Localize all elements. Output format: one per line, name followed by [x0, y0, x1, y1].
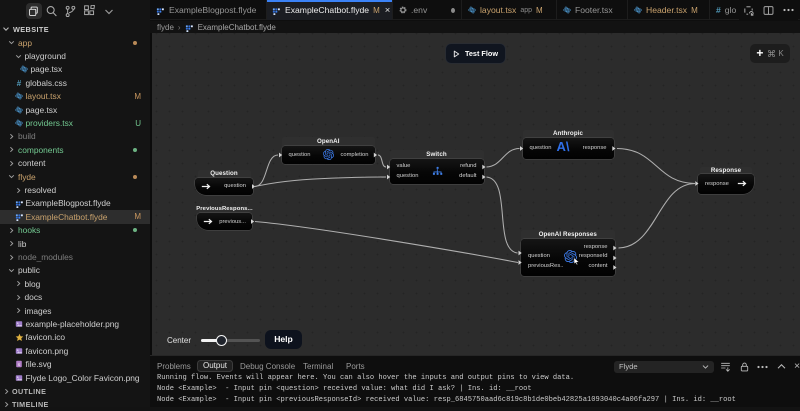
svg-text:S: S — [17, 362, 20, 367]
